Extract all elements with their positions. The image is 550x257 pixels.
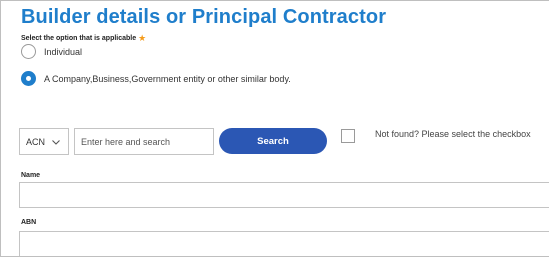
radio-company-label[interactable]: A Company,Business,Government entity or … [44,74,291,84]
required-star-icon: ★ [138,33,147,43]
radio-option-company[interactable]: A Company,Business,Government entity or … [21,71,291,86]
radio-individual-label[interactable]: Individual [44,47,82,57]
abn-label: ABN [21,219,37,226]
section-title: Builder details or Principal Contractor [21,6,387,28]
chevron-down-icon [52,139,60,145]
search-button[interactable]: Search [219,128,327,154]
not-found-label: Not found? Please select the checkbox [375,129,531,139]
id-type-select[interactable]: ACN [19,128,69,155]
builder-details-section: Builder details or Principal Contractor … [0,0,549,257]
option-prompt: Select the option that is applicable ★ [21,32,146,43]
id-type-value: ACN [26,136,46,147]
name-label: Name [21,172,41,179]
search-input[interactable] [74,128,214,155]
abn-field[interactable] [19,231,549,256]
option-prompt-text: Select the option that is applicable [21,35,137,42]
radio-company[interactable] [21,71,36,86]
name-field[interactable] [19,182,549,208]
radio-individual[interactable] [21,44,36,59]
radio-option-individual[interactable]: Individual [21,44,82,59]
not-found-checkbox[interactable] [341,129,355,143]
